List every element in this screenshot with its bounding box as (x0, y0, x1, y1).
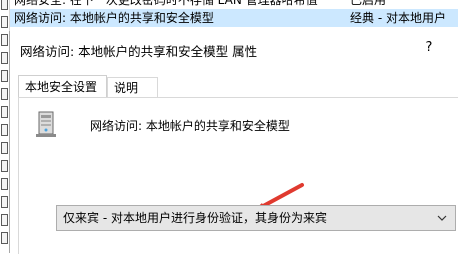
policy-name-label: 网络访问: 本地帐户的共享和安全模型 (90, 119, 290, 133)
policy-name: 网络安全: 在下一次更改密码时不存储 LAN 管理器哈希值 (14, 0, 318, 7)
help-button[interactable]: ? (421, 39, 437, 57)
policy-row-icon (1, 196, 8, 208)
policy-row-icon (1, 142, 8, 154)
policy-row-icon (1, 52, 8, 64)
policy-row-icon (1, 178, 8, 190)
chevron-down-icon (437, 215, 447, 221)
policy-row-icon (1, 232, 8, 244)
policy-list-row[interactable]: 网络安全: 在下一次更改密码时不存储 LAN 管理器哈希值 已启用 (10, 0, 458, 9)
policy-row-icon (1, 124, 8, 136)
security-model-dropdown[interactable]: 仅来宾 - 对本地用户进行身份验证，其身份为来宾 (56, 205, 456, 231)
server-policy-icon (36, 111, 56, 137)
tab-local-security-setting[interactable]: 本地安全设置 (18, 75, 107, 97)
tab-explain[interactable]: 说明 (107, 77, 158, 97)
dialog-title: 网络访问: 本地帐户的共享和安全模型 属性 (20, 44, 258, 59)
policy-row-icon (1, 88, 8, 100)
policy-row-icon (1, 34, 8, 46)
policy-row-icon (1, 106, 8, 118)
policy-row-icon (1, 160, 8, 172)
dropdown-selected-value: 仅来宾 - 对本地用户进行身份验证，其身份为来宾 (63, 211, 327, 225)
policy-row-icon (1, 70, 8, 82)
policy-name: 网络访问: 本地帐户的共享和安全模型 (14, 11, 214, 25)
policy-row-icon (1, 16, 8, 28)
policy-list-row-selected[interactable]: 网络访问: 本地帐户的共享和安全模型 经典 - 对本地用户 (10, 9, 458, 27)
policy-row-icon (1, 0, 8, 10)
properties-dialog: 网络访问: 本地帐户的共享和安全模型 属性 ? 本地安全设置 说明 网络访问: … (9, 31, 458, 254)
policy-setting: 已启用 (350, 0, 387, 7)
policy-setting: 经典 - 对本地用户 (350, 11, 446, 25)
policy-row-icon (1, 214, 8, 226)
